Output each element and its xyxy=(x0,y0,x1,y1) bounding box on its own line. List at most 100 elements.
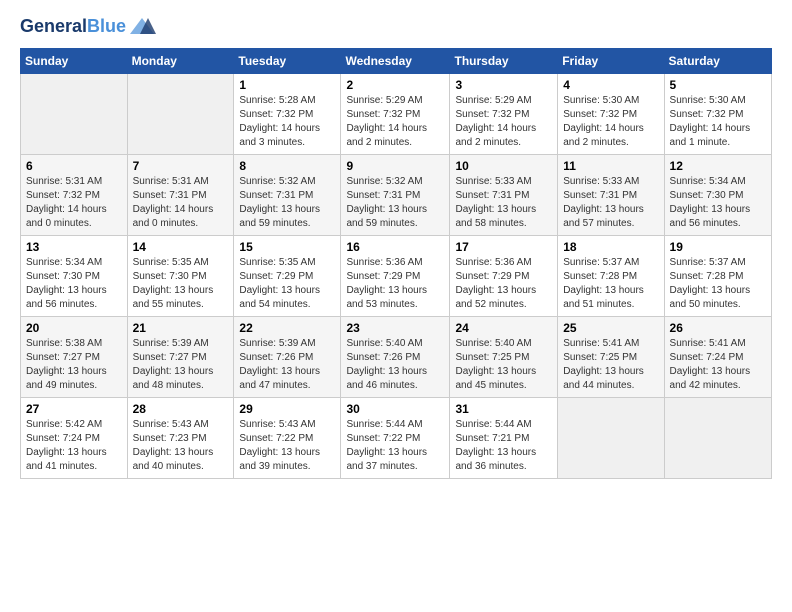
calendar-cell: 5 Sunrise: 5:30 AM Sunset: 7:32 PM Daylig… xyxy=(664,74,771,155)
day-info: Sunrise: 5:41 AM Sunset: 7:25 PM Dayligh… xyxy=(563,337,658,393)
calendar-cell: 21 Sunrise: 5:39 AM Sunset: 7:27 PM Dayli… xyxy=(127,317,234,398)
calendar-cell: 1Sunrise: 5:28 AM Sunset: 7:32 PM Daylig… xyxy=(234,74,341,155)
day-number: 2 xyxy=(346,78,444,92)
calendar-cell: 24 Sunrise: 5:40 AM Sunset: 7:25 PM Dayli… xyxy=(450,317,558,398)
day-number: 21 xyxy=(133,321,229,335)
day-number: 31 xyxy=(455,402,552,416)
calendar-cell: 6 Sunrise: 5:31 AM Sunset: 7:32 PM Daylig… xyxy=(21,155,128,236)
day-info: Sunrise: 5:33 AM Sunset: 7:31 PM Dayligh… xyxy=(563,175,658,231)
weekday-header-monday: Monday xyxy=(127,49,234,74)
day-info: Sunrise: 5:29 AM Sunset: 7:32 PM Dayligh… xyxy=(346,94,444,150)
day-info: Sunrise: 5:32 AM Sunset: 7:31 PM Dayligh… xyxy=(239,175,335,231)
calendar-cell: 9Sunrise: 5:32 AM Sunset: 7:31 PM Daylig… xyxy=(341,155,450,236)
day-number: 28 xyxy=(133,402,229,416)
day-number: 30 xyxy=(346,402,444,416)
calendar-cell: 25 Sunrise: 5:41 AM Sunset: 7:25 PM Dayli… xyxy=(558,317,664,398)
calendar-cell: 3 Sunrise: 5:29 AM Sunset: 7:32 PM Daylig… xyxy=(450,74,558,155)
calendar-cell xyxy=(664,398,771,479)
day-info: Sunrise: 5:36 AM Sunset: 7:29 PM Dayligh… xyxy=(455,256,552,312)
day-number: 7 xyxy=(133,159,229,173)
logo-icon xyxy=(128,16,156,38)
calendar-week-2: 6 Sunrise: 5:31 AM Sunset: 7:32 PM Daylig… xyxy=(21,155,772,236)
day-info: Sunrise: 5:40 AM Sunset: 7:25 PM Dayligh… xyxy=(455,337,552,393)
day-info: Sunrise: 5:43 AM Sunset: 7:22 PM Dayligh… xyxy=(239,418,335,474)
day-info: Sunrise: 5:38 AM Sunset: 7:27 PM Dayligh… xyxy=(26,337,122,393)
day-info: Sunrise: 5:34 AM Sunset: 7:30 PM Dayligh… xyxy=(670,175,766,231)
weekday-header-sunday: Sunday xyxy=(21,49,128,74)
day-number: 12 xyxy=(670,159,766,173)
weekday-header-thursday: Thursday xyxy=(450,49,558,74)
calendar-week-1: 1Sunrise: 5:28 AM Sunset: 7:32 PM Daylig… xyxy=(21,74,772,155)
calendar-cell: 7 Sunrise: 5:31 AM Sunset: 7:31 PM Daylig… xyxy=(127,155,234,236)
calendar-cell: 13 Sunrise: 5:34 AM Sunset: 7:30 PM Dayli… xyxy=(21,236,128,317)
day-number: 13 xyxy=(26,240,122,254)
day-number: 23 xyxy=(346,321,444,335)
logo: GeneralBlue xyxy=(20,16,156,38)
day-number: 18 xyxy=(563,240,658,254)
day-number: 24 xyxy=(455,321,552,335)
calendar-cell: 11Sunrise: 5:33 AM Sunset: 7:31 PM Dayli… xyxy=(558,155,664,236)
day-info: Sunrise: 5:37 AM Sunset: 7:28 PM Dayligh… xyxy=(670,256,766,312)
day-info: Sunrise: 5:28 AM Sunset: 7:32 PM Dayligh… xyxy=(239,94,335,150)
day-info: Sunrise: 5:31 AM Sunset: 7:32 PM Dayligh… xyxy=(26,175,122,231)
calendar-table: SundayMondayTuesdayWednesdayThursdayFrid… xyxy=(20,48,772,479)
day-number: 9 xyxy=(346,159,444,173)
calendar-cell: 8Sunrise: 5:32 AM Sunset: 7:31 PM Daylig… xyxy=(234,155,341,236)
calendar-cell: 15 Sunrise: 5:35 AM Sunset: 7:29 PM Dayli… xyxy=(234,236,341,317)
day-number: 15 xyxy=(239,240,335,254)
day-number: 5 xyxy=(670,78,766,92)
day-number: 14 xyxy=(133,240,229,254)
day-info: Sunrise: 5:29 AM Sunset: 7:32 PM Dayligh… xyxy=(455,94,552,150)
day-info: Sunrise: 5:37 AM Sunset: 7:28 PM Dayligh… xyxy=(563,256,658,312)
calendar-week-5: 27Sunrise: 5:42 AM Sunset: 7:24 PM Dayli… xyxy=(21,398,772,479)
calendar-cell xyxy=(558,398,664,479)
calendar-week-4: 20Sunrise: 5:38 AM Sunset: 7:27 PM Dayli… xyxy=(21,317,772,398)
calendar-cell: 31 Sunrise: 5:44 AM Sunset: 7:21 PM Dayli… xyxy=(450,398,558,479)
day-info: Sunrise: 5:44 AM Sunset: 7:21 PM Dayligh… xyxy=(455,418,552,474)
day-number: 10 xyxy=(455,159,552,173)
weekday-header-wednesday: Wednesday xyxy=(341,49,450,74)
day-number: 4 xyxy=(563,78,658,92)
day-info: Sunrise: 5:44 AM Sunset: 7:22 PM Dayligh… xyxy=(346,418,444,474)
calendar-week-3: 13 Sunrise: 5:34 AM Sunset: 7:30 PM Dayli… xyxy=(21,236,772,317)
day-info: Sunrise: 5:39 AM Sunset: 7:26 PM Dayligh… xyxy=(239,337,335,393)
day-info: Sunrise: 5:30 AM Sunset: 7:32 PM Dayligh… xyxy=(670,94,766,150)
day-info: Sunrise: 5:43 AM Sunset: 7:23 PM Dayligh… xyxy=(133,418,229,474)
day-number: 26 xyxy=(670,321,766,335)
header: GeneralBlue xyxy=(20,16,772,38)
day-number: 22 xyxy=(239,321,335,335)
calendar-cell: 14 Sunrise: 5:35 AM Sunset: 7:30 PM Dayli… xyxy=(127,236,234,317)
day-info: Sunrise: 5:35 AM Sunset: 7:30 PM Dayligh… xyxy=(133,256,229,312)
calendar-cell xyxy=(127,74,234,155)
day-number: 3 xyxy=(455,78,552,92)
calendar-cell: 19 Sunrise: 5:37 AM Sunset: 7:28 PM Dayli… xyxy=(664,236,771,317)
calendar-cell: 22 Sunrise: 5:39 AM Sunset: 7:26 PM Dayli… xyxy=(234,317,341,398)
day-info: Sunrise: 5:34 AM Sunset: 7:30 PM Dayligh… xyxy=(26,256,122,312)
day-number: 16 xyxy=(346,240,444,254)
day-info: Sunrise: 5:35 AM Sunset: 7:29 PM Dayligh… xyxy=(239,256,335,312)
day-number: 19 xyxy=(670,240,766,254)
logo-text: GeneralBlue xyxy=(20,17,126,37)
calendar-cell: 4 Sunrise: 5:30 AM Sunset: 7:32 PM Daylig… xyxy=(558,74,664,155)
page-container: GeneralBlue SundayMondayTuesdayWednesday… xyxy=(0,0,792,495)
day-number: 6 xyxy=(26,159,122,173)
day-number: 25 xyxy=(563,321,658,335)
calendar-cell: 27Sunrise: 5:42 AM Sunset: 7:24 PM Dayli… xyxy=(21,398,128,479)
calendar-cell: 12 Sunrise: 5:34 AM Sunset: 7:30 PM Dayli… xyxy=(664,155,771,236)
day-info: Sunrise: 5:30 AM Sunset: 7:32 PM Dayligh… xyxy=(563,94,658,150)
calendar-cell xyxy=(21,74,128,155)
calendar-cell: 2 Sunrise: 5:29 AM Sunset: 7:32 PM Daylig… xyxy=(341,74,450,155)
calendar-cell: 30 Sunrise: 5:44 AM Sunset: 7:22 PM Dayli… xyxy=(341,398,450,479)
day-number: 29 xyxy=(239,402,335,416)
day-info: Sunrise: 5:39 AM Sunset: 7:27 PM Dayligh… xyxy=(133,337,229,393)
day-info: Sunrise: 5:36 AM Sunset: 7:29 PM Dayligh… xyxy=(346,256,444,312)
calendar-cell: 28 Sunrise: 5:43 AM Sunset: 7:23 PM Dayli… xyxy=(127,398,234,479)
calendar-cell: 17 Sunrise: 5:36 AM Sunset: 7:29 PM Dayli… xyxy=(450,236,558,317)
day-info: Sunrise: 5:31 AM Sunset: 7:31 PM Dayligh… xyxy=(133,175,229,231)
day-info: Sunrise: 5:42 AM Sunset: 7:24 PM Dayligh… xyxy=(26,418,122,474)
day-number: 17 xyxy=(455,240,552,254)
day-info: Sunrise: 5:40 AM Sunset: 7:26 PM Dayligh… xyxy=(346,337,444,393)
day-info: Sunrise: 5:33 AM Sunset: 7:31 PM Dayligh… xyxy=(455,175,552,231)
weekday-header-saturday: Saturday xyxy=(664,49,771,74)
calendar-cell: 20Sunrise: 5:38 AM Sunset: 7:27 PM Dayli… xyxy=(21,317,128,398)
